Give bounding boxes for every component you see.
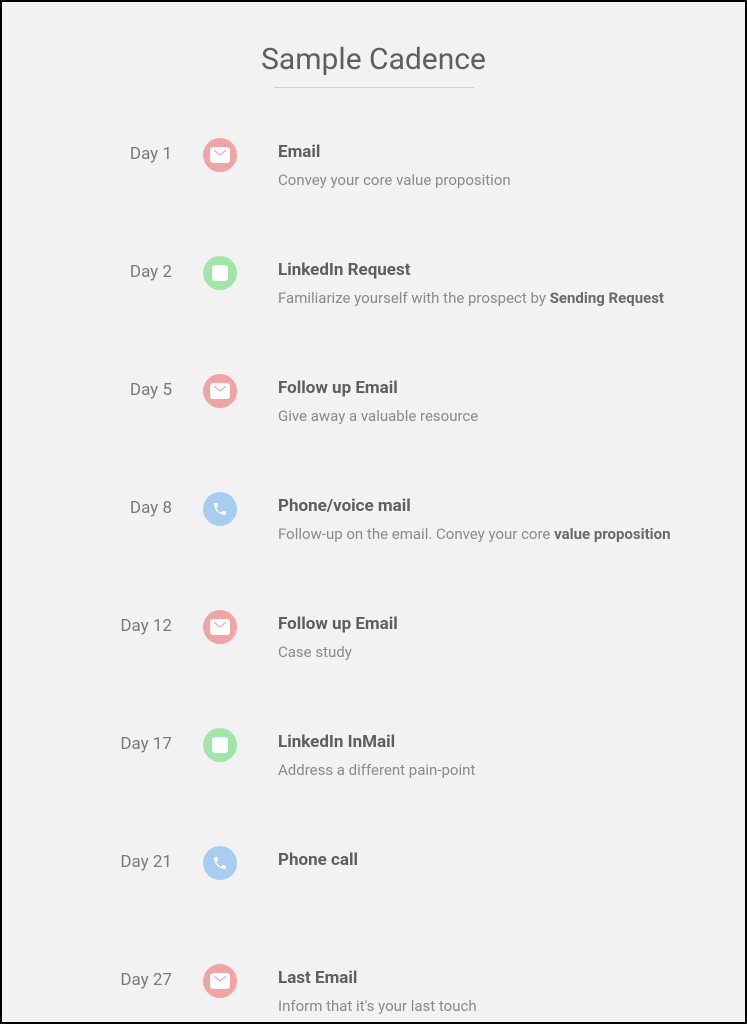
step-description: Convey your core value proposition: [278, 170, 705, 191]
step-description: Case study: [278, 642, 705, 663]
step-description: Give away a valuable resource: [278, 406, 705, 427]
step-heading: LinkedIn Request: [278, 260, 705, 280]
day-label: Day 21: [42, 846, 202, 872]
title-divider: [274, 87, 474, 88]
timeline-step: Day 17 LinkedIn InMail Address a differe…: [42, 728, 705, 846]
marker-column: [202, 256, 238, 286]
marker-column: [202, 138, 238, 168]
timeline-step: Day 12 Follow up Email Case study: [42, 610, 705, 728]
step-heading: Follow up Email: [278, 614, 705, 634]
day-label: Day 1: [42, 138, 202, 164]
email-icon: [203, 610, 237, 644]
email-icon: [203, 138, 237, 172]
timeline-step: Day 21 Phone call: [42, 846, 705, 964]
day-label: Day 5: [42, 374, 202, 400]
linkedin-icon: [203, 728, 237, 762]
marker-column: [202, 374, 238, 404]
day-label: Day 27: [42, 964, 202, 990]
marker-column: [202, 964, 238, 998]
step-content: Email Convey your core value proposition: [238, 138, 705, 191]
timeline-step: Day 1 Email Convey your core value propo…: [42, 138, 705, 256]
linkedin-icon: [203, 256, 237, 290]
marker-column: [202, 610, 238, 640]
step-heading: Email: [278, 142, 705, 162]
email-icon: [203, 374, 237, 408]
marker-column: [202, 492, 238, 522]
cadence-timeline: Day 1 Email Convey your core value propo…: [42, 138, 705, 1024]
day-label: Day 12: [42, 610, 202, 636]
day-label: Day 17: [42, 728, 202, 754]
marker-column: [202, 846, 238, 876]
page-title: Sample Cadence: [42, 42, 705, 77]
step-content: LinkedIn Request Familiarize yourself wi…: [238, 256, 705, 309]
phone-icon: [203, 846, 237, 880]
step-content: Last Email Inform that it's your last to…: [238, 964, 705, 1017]
step-content: Follow up Email Give away a valuable res…: [238, 374, 705, 427]
step-heading: LinkedIn InMail: [278, 732, 705, 752]
step-content: Phone/voice mail Follow-up on the email.…: [238, 492, 705, 545]
step-content: Follow up Email Case study: [238, 610, 705, 663]
step-content: LinkedIn InMail Address a different pain…: [238, 728, 705, 781]
marker-column: [202, 728, 238, 758]
day-label: Day 2: [42, 256, 202, 282]
step-heading: Follow up Email: [278, 378, 705, 398]
timeline-step: Day 2 LinkedIn Request Familiarize yours…: [42, 256, 705, 374]
timeline-step: Day 8 Phone/voice mail Follow-up on the …: [42, 492, 705, 610]
email-icon: [203, 964, 237, 998]
timeline-step: Day 5 Follow up Email Give away a valuab…: [42, 374, 705, 492]
step-heading: Phone call: [278, 850, 705, 870]
step-description: Address a different pain-point: [278, 760, 705, 781]
step-heading: Last Email: [278, 968, 705, 988]
step-content: Phone call: [238, 846, 705, 878]
step-description: Follow-up on the email. Convey your core…: [278, 524, 705, 545]
timeline-step: Day 27 Last Email Inform that it's your …: [42, 964, 705, 1024]
day-label: Day 8: [42, 492, 202, 518]
step-heading: Phone/voice mail: [278, 496, 705, 516]
step-description: Familiarize yourself with the prospect b…: [278, 288, 705, 309]
phone-icon: [203, 492, 237, 526]
step-description: Inform that it's your last touch: [278, 996, 705, 1017]
